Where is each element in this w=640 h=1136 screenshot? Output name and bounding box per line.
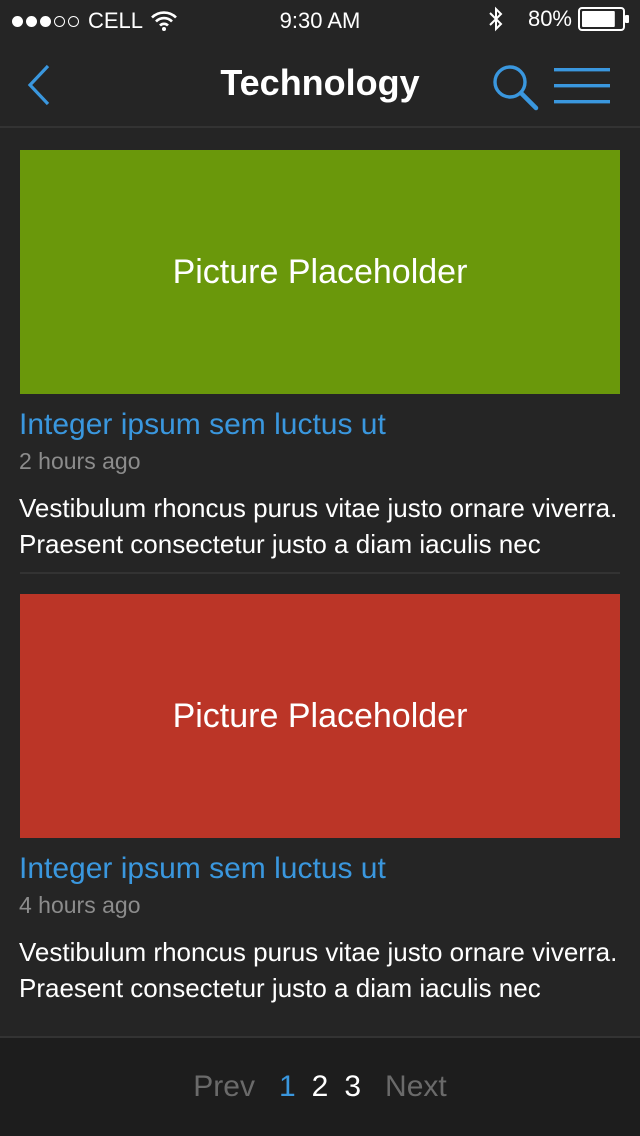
article-image[interactable]: Picture Placeholder — [20, 150, 620, 394]
article-timestamp: 2 hours ago — [19, 448, 141, 474]
status-bar: CELL 9:30 AM 80% — [0, 0, 640, 40]
image-placeholder-label: Picture Placeholder — [172, 252, 468, 291]
article-headline[interactable]: Integer ipsum sem luctus ut — [19, 408, 386, 442]
article-timestamp: 4 hours ago — [19, 892, 141, 918]
article-headline[interactable]: Integer ipsum sem luctus ut — [19, 852, 386, 886]
page-3-button[interactable]: 3 — [344, 1070, 361, 1104]
next-page-button[interactable]: Next — [385, 1070, 447, 1104]
prev-page-button[interactable]: Prev — [193, 1070, 255, 1104]
battery-percent: 80% — [527, 6, 572, 31]
bluetooth-icon — [489, 6, 503, 32]
article-summary: Vestibulum rhoncus purus vitae justo orn… — [19, 937, 618, 1003]
hamburger-menu-icon[interactable] — [554, 66, 610, 106]
battery-icon — [578, 7, 629, 31]
page-2-button[interactable]: 2 — [312, 1070, 329, 1104]
page-1-button[interactable]: 1 — [279, 1070, 296, 1104]
nav-bar: Technology — [0, 40, 640, 128]
article-image[interactable]: Picture Placeholder — [20, 594, 620, 838]
search-icon[interactable] — [490, 62, 540, 112]
screen: CELL 9:30 AM 80% Technology Picture Plac… — [0, 0, 640, 1136]
image-placeholder-label: Picture Placeholder — [172, 696, 468, 735]
pagination: Prev 1 2 3 Next — [0, 1036, 640, 1136]
status-right: 80% — [488, 6, 630, 32]
divider — [20, 572, 620, 574]
article-summary: Vestibulum rhoncus purus vitae justo orn… — [19, 493, 618, 559]
page-title: Technology — [220, 62, 420, 103]
